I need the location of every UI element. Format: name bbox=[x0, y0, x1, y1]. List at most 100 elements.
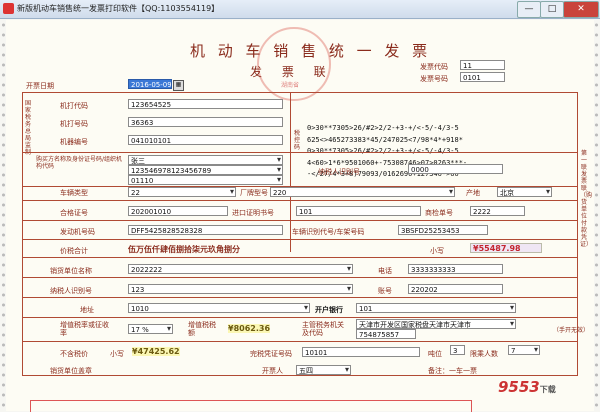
duty-field[interactable]: 10101 bbox=[302, 347, 420, 357]
seats-label: 限乘人数 bbox=[470, 350, 498, 358]
seller-name-label: 销货单位名称 bbox=[50, 267, 92, 275]
buyer-taxpayer-field[interactable]: 0000 bbox=[408, 164, 503, 174]
calendar-icon[interactable]: ▦ bbox=[173, 80, 184, 91]
buyer-label: 购买方名称及身份证号码/组织机构代码 bbox=[36, 156, 123, 170]
vin-label: 车辆识别代号/车架号码 bbox=[292, 228, 365, 236]
seller-address-select[interactable]: 1010 bbox=[128, 303, 310, 313]
divider bbox=[22, 220, 578, 221]
origin-label: 产地 bbox=[466, 189, 480, 197]
vin-field[interactable]: 3BSFD25253453 bbox=[398, 225, 488, 235]
bottom-border bbox=[30, 400, 472, 412]
invoice-subtitle: 发 票 联 bbox=[250, 65, 334, 79]
authority-code-field[interactable]: 754875857 bbox=[356, 329, 416, 339]
invoice-title: 机 动 车 销 售 统 一 发 票 bbox=[190, 42, 432, 60]
total-small-value: ¥55487.98 bbox=[473, 244, 521, 253]
divider bbox=[22, 317, 578, 318]
right-perforation bbox=[594, 20, 599, 411]
divider bbox=[290, 92, 291, 252]
window-title: 新版机动车销售统一发票打印软件【QQ:1103554119】 bbox=[17, 4, 220, 13]
total-small-label: 小写 bbox=[430, 247, 444, 255]
tax-rate-select[interactable]: 17 % bbox=[128, 324, 173, 334]
origin-select[interactable]: 北京 bbox=[497, 187, 552, 197]
issuer-select[interactable]: 五四 bbox=[296, 365, 351, 375]
cipher-line: 0>30**7305>26/#2>2/2-+3-+/<-5/-4/3-5 bbox=[307, 124, 459, 132]
pretax-small-label: 小写 bbox=[110, 350, 124, 358]
inspect-label: 商检单号 bbox=[425, 209, 453, 217]
seal-text: 湖南省 bbox=[281, 82, 300, 89]
handwritten-invalid-note: （手开无效） bbox=[553, 327, 590, 334]
total-small-field: ¥55487.98 bbox=[470, 243, 542, 253]
import-label: 进口证明书号 bbox=[232, 209, 274, 217]
tax-rate-label: 增值税率或征收率 bbox=[60, 321, 109, 337]
vehicle-type-select[interactable]: 22 bbox=[128, 187, 236, 197]
invoice-no-field[interactable]: 0101 bbox=[460, 72, 505, 82]
issue-date-field[interactable]: 2016-05-09 bbox=[128, 79, 172, 89]
seller-bank-select[interactable]: 101 bbox=[356, 303, 516, 313]
seller-taxid-select[interactable]: 123 bbox=[128, 284, 353, 294]
pretax-value: ¥47425.62 bbox=[132, 347, 180, 356]
divider bbox=[22, 152, 578, 153]
machine-no-label: 机打号码 bbox=[60, 120, 88, 128]
tonnage-label: 吨位 bbox=[428, 350, 442, 358]
brand-select[interactable]: 220 bbox=[270, 187, 455, 197]
watermark-main: 9553 bbox=[498, 378, 540, 396]
buyer-org-code-select[interactable]: 01110 bbox=[128, 175, 283, 185]
seller-name-select[interactable]: 2022222 bbox=[128, 264, 353, 274]
divider bbox=[22, 200, 578, 201]
divider bbox=[22, 257, 578, 258]
duty-label: 完税凭证号码 bbox=[250, 350, 292, 358]
seller-phone-field[interactable]: 3333333333 bbox=[408, 264, 503, 274]
divider bbox=[22, 297, 578, 298]
maximize-button[interactable]: □ bbox=[540, 1, 564, 18]
total-in-words: 伍万伍仟肆佰捌拾柒元玖角捌分 bbox=[128, 245, 240, 254]
invoice-code-label: 发票代码 bbox=[420, 63, 448, 71]
vat-value: ¥8062.36 bbox=[228, 324, 271, 333]
authority-select[interactable]: 天津市开发区国家税盘天津市天津市 bbox=[356, 319, 516, 329]
total-label: 价税合计 bbox=[60, 247, 88, 255]
seller-account-field[interactable]: 220202 bbox=[408, 284, 503, 294]
seller-account-label: 账号 bbox=[378, 287, 392, 295]
machine-no-field[interactable]: 36363 bbox=[128, 117, 283, 127]
issue-date-label: 开票日期 bbox=[26, 82, 54, 90]
seller-phone-label: 电话 bbox=[378, 267, 392, 275]
engine-label: 发动机号码 bbox=[60, 228, 95, 236]
buyer-taxpayer-label: 纳税人识别号 bbox=[318, 168, 360, 176]
seats-select[interactable]: 7 bbox=[508, 345, 540, 355]
cert-field[interactable]: 202001010 bbox=[128, 206, 228, 216]
watermark-sub: 下载 bbox=[539, 385, 556, 394]
engine-field[interactable]: DFF5425828528328 bbox=[128, 225, 283, 235]
inspect-field[interactable]: 2222 bbox=[470, 206, 525, 216]
seller-taxid-label: 纳税人识别号 bbox=[50, 287, 92, 295]
window-title-bar: 新版机动车销售统一发票打印软件【QQ:1103554119】 — □ ✕ bbox=[0, 0, 600, 19]
divider bbox=[22, 341, 578, 342]
right-vertical-text: 第一联 发票联（购货单位付款凭证） bbox=[580, 150, 593, 248]
buyer-id-select[interactable]: 123546978123456789 bbox=[128, 165, 283, 175]
cipher-line: 625<>465273383*45/247025<7/98*4*+918* bbox=[307, 135, 463, 144]
machine-code-label: 机打代码 bbox=[60, 102, 88, 110]
buyer-name-select[interactable]: 张三 bbox=[128, 155, 283, 165]
app-icon bbox=[3, 3, 14, 14]
invoice-code-field[interactable]: 11 bbox=[460, 60, 505, 70]
vehicle-type-label: 车辆类型 bbox=[60, 189, 88, 197]
tonnage-field[interactable]: 3 bbox=[450, 345, 465, 355]
site-watermark: 9553下载 bbox=[498, 378, 556, 396]
divider bbox=[22, 277, 578, 278]
left-perforation bbox=[1, 20, 6, 411]
machine-serial-field[interactable]: 041010101 bbox=[128, 135, 283, 145]
tax-control-label: 税控码 bbox=[293, 130, 300, 151]
close-button[interactable]: ✕ bbox=[563, 1, 599, 18]
machine-serial-label: 机器编号 bbox=[60, 138, 88, 146]
left-vertical-text: 国家税务总局监制 bbox=[24, 100, 31, 156]
seller-bank-label: 开户银行 bbox=[315, 306, 343, 314]
note-label: 备注：一车一票 bbox=[428, 367, 477, 375]
seller-stamp-label: 销货单位盖章 bbox=[50, 367, 92, 375]
cert-label: 合格证号 bbox=[60, 209, 88, 217]
invoice-no-label: 发票号码 bbox=[420, 75, 448, 83]
issuer-label: 开票人 bbox=[262, 367, 283, 375]
import-field[interactable]: 101 bbox=[296, 206, 421, 216]
seller-address-label: 地址 bbox=[80, 306, 94, 314]
divider bbox=[22, 239, 578, 240]
minimize-button[interactable]: — bbox=[517, 1, 541, 18]
machine-code-field[interactable]: 123654525 bbox=[128, 99, 283, 109]
pretax-label: 不含税价 bbox=[60, 350, 88, 358]
